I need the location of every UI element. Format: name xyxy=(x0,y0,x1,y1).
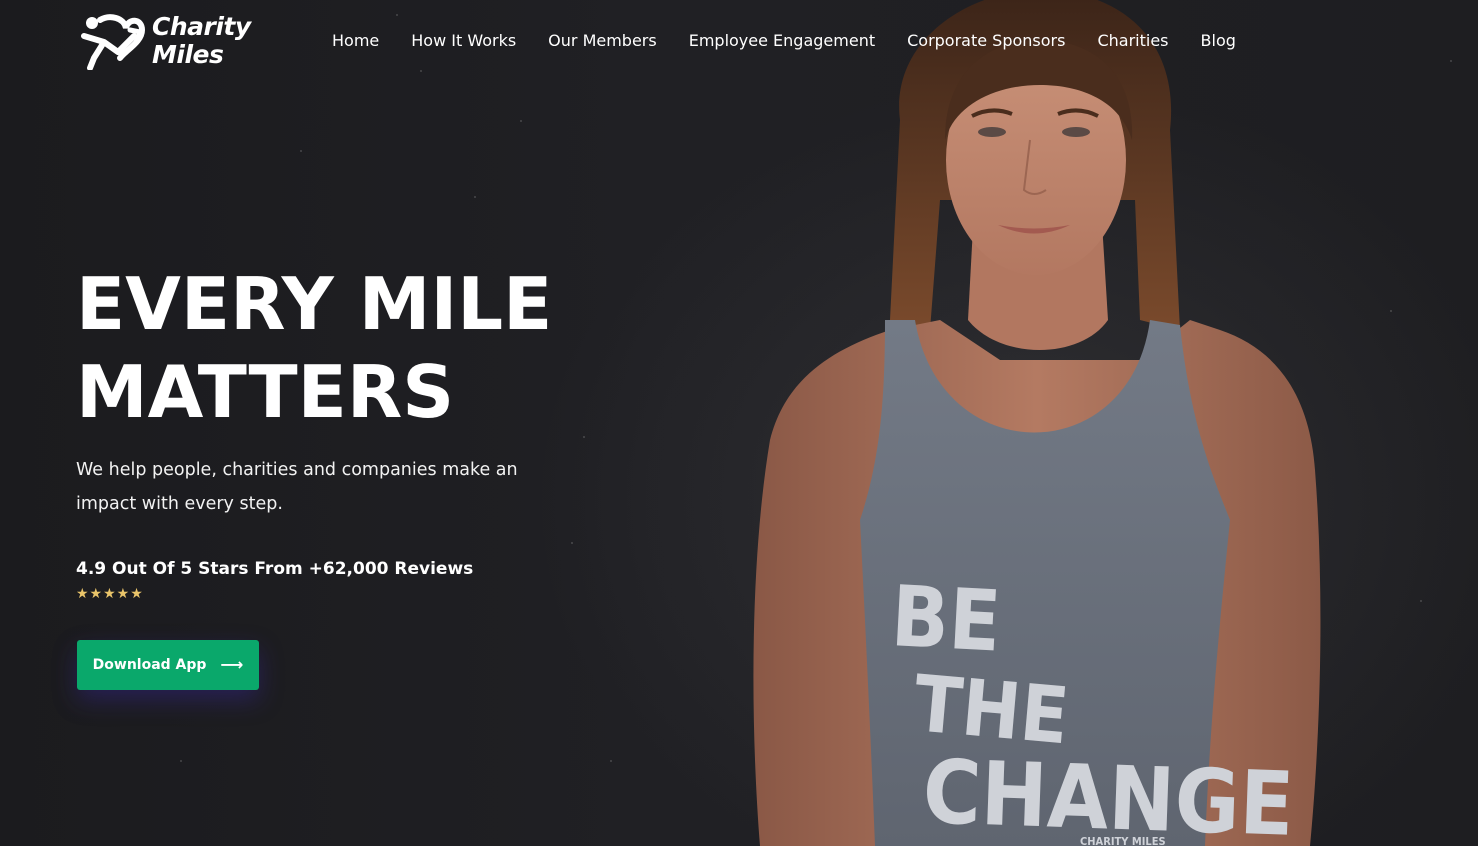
shirt-brand-text: CHARITY MILES xyxy=(1080,835,1166,846)
wall-speck xyxy=(420,70,422,72)
shirt-text-be: BE xyxy=(889,567,1003,671)
hero-section: BE THE CHANGE CHARITY MILES Charity Mile… xyxy=(0,0,1478,846)
hero-headline-line-1: EVERY MILE xyxy=(76,262,553,346)
brand-line-2: Miles xyxy=(152,40,224,69)
nav-our-members[interactable]: Our Members xyxy=(532,28,673,54)
brand-name: Charity Miles xyxy=(152,13,251,69)
download-app-button[interactable]: Download App ⟶ xyxy=(77,640,259,690)
brand-line-1: Charity xyxy=(152,12,251,41)
nav-how-it-works[interactable]: How It Works xyxy=(395,28,532,54)
main-nav: Home How It Works Our Members Employee E… xyxy=(316,28,1252,54)
wall-speck xyxy=(300,150,302,152)
reviews-summary: 4.9 Out Of 5 Stars From +62,000 Reviews xyxy=(76,559,474,579)
wall-speck xyxy=(571,542,573,544)
wall-speck xyxy=(1420,600,1422,602)
hero-photo-woman: BE THE CHANGE CHARITY MILES xyxy=(740,0,1340,846)
wall-speck xyxy=(520,120,522,122)
site-logo[interactable]: Charity Miles xyxy=(80,12,255,70)
shirt-text-change: CHANGE xyxy=(921,740,1295,846)
hero-headline-line-2: MATTERS xyxy=(76,350,455,434)
nav-employee-engagement[interactable]: Employee Engagement xyxy=(673,28,891,54)
nav-blog[interactable]: Blog xyxy=(1185,28,1252,54)
wall-speck xyxy=(474,196,476,198)
nav-charities[interactable]: Charities xyxy=(1081,28,1184,54)
arrow-right-icon: ⟶ xyxy=(220,655,244,674)
star-rating: ★★★★★ xyxy=(76,586,144,602)
nav-corporate-sponsors[interactable]: Corporate Sponsors xyxy=(891,28,1081,54)
hero-headline: EVERY MILE MATTERS xyxy=(76,260,676,436)
wall-speck xyxy=(1450,60,1452,62)
runner-heart-icon xyxy=(81,14,146,70)
wall-speck xyxy=(180,760,182,762)
wall-speck xyxy=(610,760,612,762)
wall-speck xyxy=(396,14,398,16)
hero-subtext: We help people, charities and companies … xyxy=(76,460,518,514)
download-app-label: Download App xyxy=(92,657,207,673)
nav-home[interactable]: Home xyxy=(316,28,395,54)
wall-speck xyxy=(1390,310,1392,312)
wall-speck xyxy=(583,436,585,438)
